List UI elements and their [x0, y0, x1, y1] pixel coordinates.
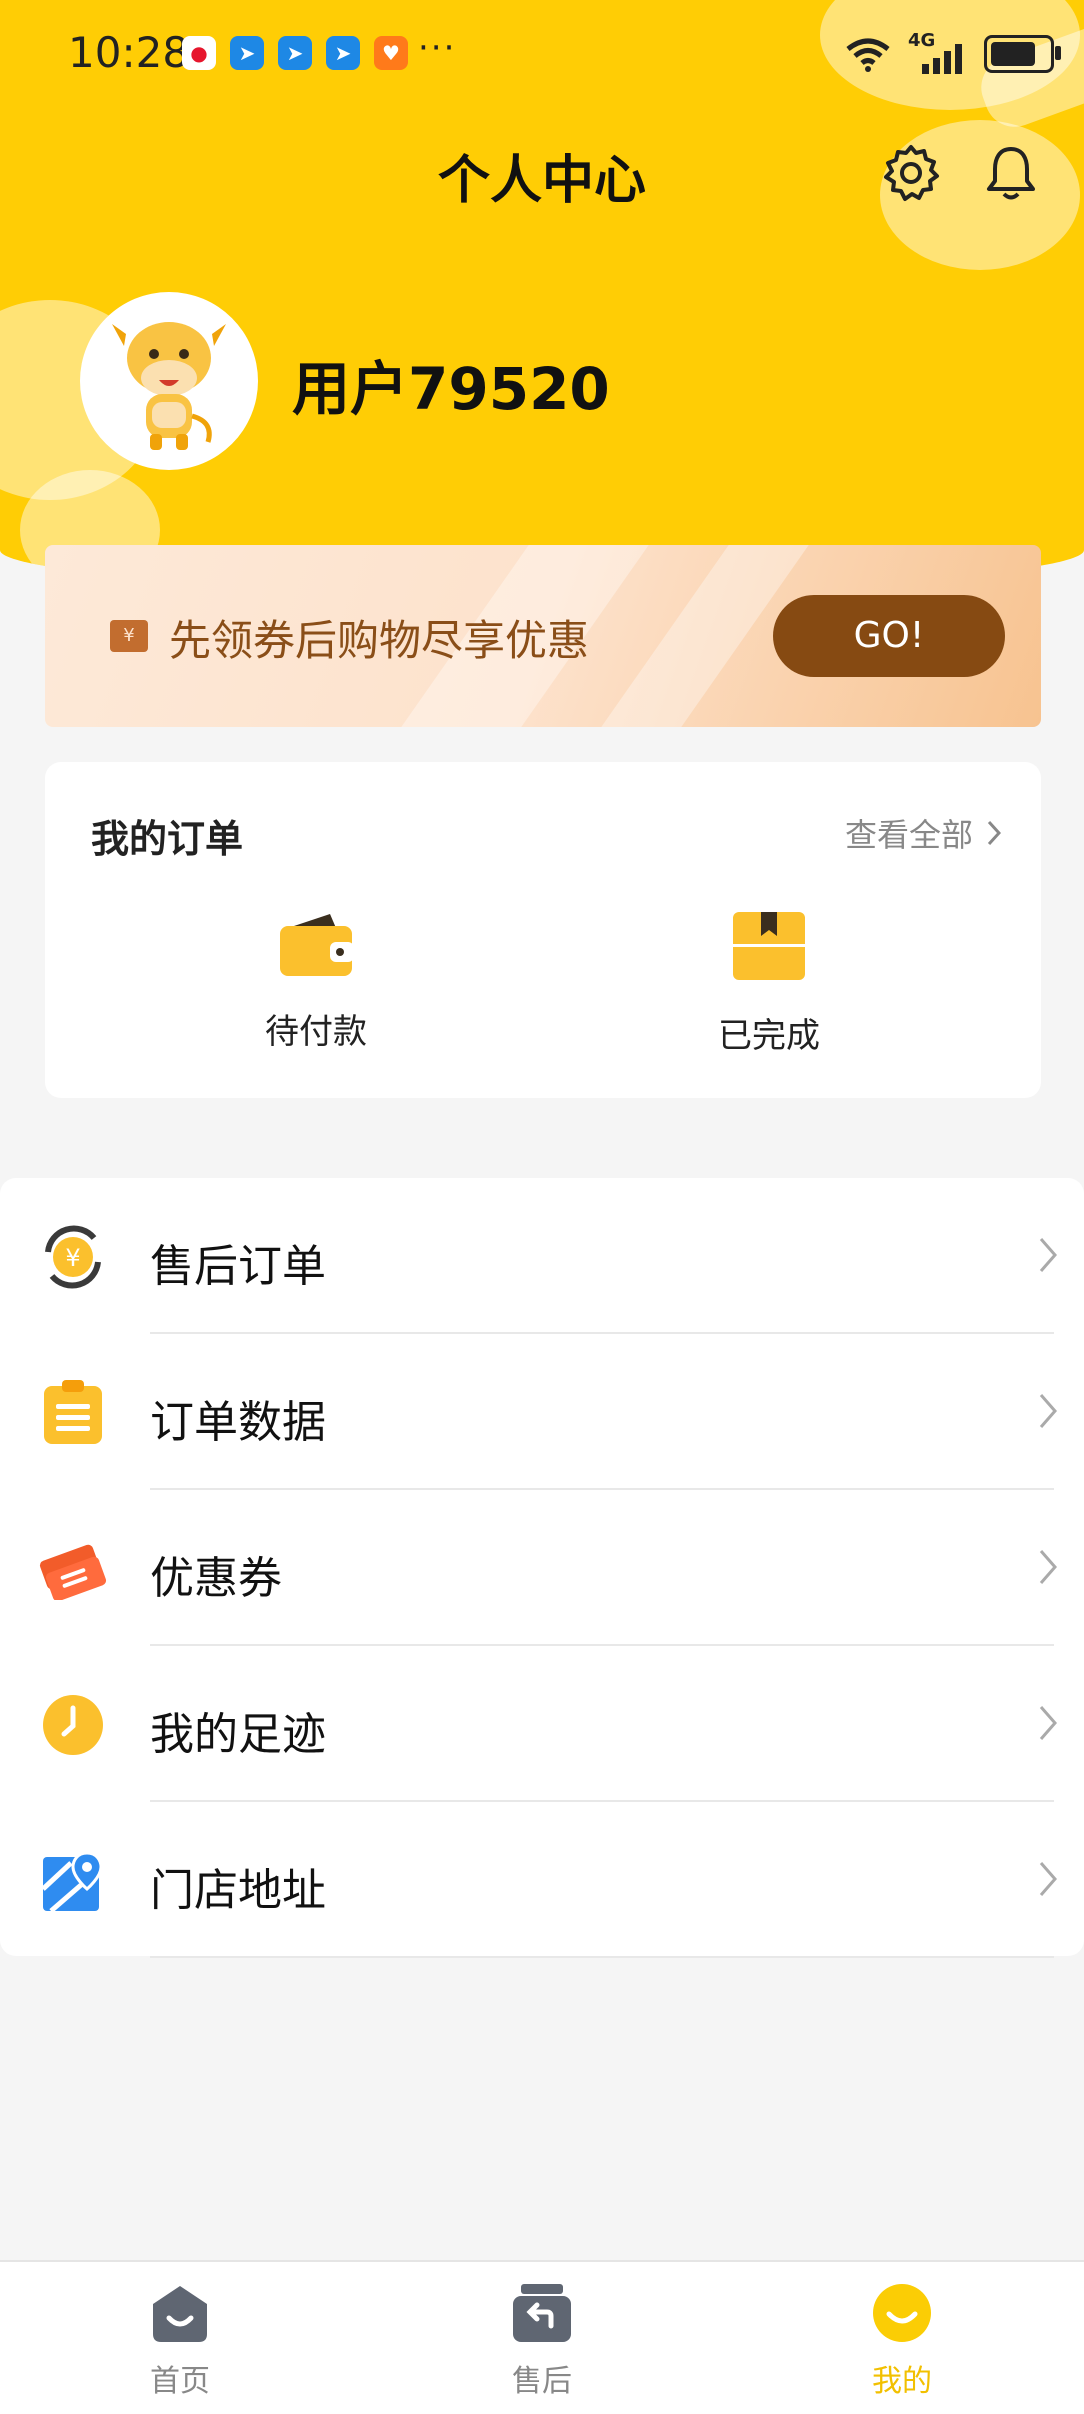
clock-icon [38, 1690, 108, 1760]
order-label: 待付款 [265, 1012, 367, 1052]
tab-profile[interactable]: 我的 [812, 2282, 992, 2400]
bell-icon [987, 147, 1035, 200]
promo-text: 先领券后购物尽享优惠 [169, 616, 590, 665]
avatar[interactable] [80, 292, 258, 470]
app-icon-orange: ♥ [374, 36, 408, 70]
chevron-right-icon [1039, 1862, 1057, 1896]
username[interactable]: 用户79520 [292, 342, 610, 426]
menu-item-after-sale-orders[interactable]: ¥ 售后订单 [0, 1178, 1084, 1334]
menu-item-label: 订单数据 [150, 1397, 326, 1448]
svg-text:¥: ¥ [65, 1244, 80, 1272]
status-bar: 10:28 ● ➤ ➤ ➤ ♥ ··· 4G [0, 0, 1084, 110]
menu-item-store-address[interactable]: 门店地址 [0, 1802, 1084, 1958]
wallet-icon [280, 914, 354, 976]
menu-item-label: 我的足迹 [150, 1709, 326, 1760]
status-time: 10:28 [68, 28, 190, 77]
app-icon-blue: ➤ [278, 36, 312, 70]
go-button[interactable]: GO! [773, 595, 1005, 677]
tab-after-sale[interactable]: 售后 [452, 2282, 632, 2400]
view-all-label: 查看全部 [844, 816, 973, 854]
view-all-orders-link[interactable]: 查看全部 [845, 810, 1001, 856]
bottom-tab-bar: 首页 售后 我的 [0, 2260, 1084, 2414]
tab-home[interactable]: 首页 [90, 2282, 270, 2400]
chevron-right-icon [987, 820, 1001, 846]
signal-icon: 4G [908, 30, 968, 74]
tab-label: 首页 [150, 2364, 210, 2399]
menu-item-label: 售后订单 [150, 1241, 326, 1292]
battery-icon [984, 35, 1061, 73]
coupon-icon [38, 1534, 108, 1604]
promo-banner[interactable]: ¥ 先领券后购物尽享优惠 GO! [45, 545, 1041, 727]
tab-label: 我的 [872, 2364, 932, 2399]
settings-button[interactable] [876, 138, 946, 208]
menu-item-label: 优惠券 [150, 1553, 282, 1604]
menu-list: ¥ 售后订单 订单数据 优惠券 我的足迹 门店地址 [0, 1178, 1084, 1958]
chevron-right-icon [1039, 1550, 1057, 1584]
order-completed[interactable]: 已完成 [669, 910, 869, 1057]
map-pin-icon [38, 1846, 108, 1916]
profile-icon [873, 2284, 931, 2342]
chevron-right-icon [1039, 1394, 1057, 1428]
home-icon [153, 2286, 207, 2342]
menu-item-coupons[interactable]: 优惠券 [0, 1490, 1084, 1646]
weibo-icon: ● [182, 36, 216, 70]
notification-icons: ● ➤ ➤ ➤ ♥ [182, 36, 408, 70]
app-icon-blue: ➤ [326, 36, 360, 70]
refund-icon: ¥ [38, 1222, 108, 1292]
gear-icon [884, 145, 939, 201]
divider [150, 1956, 1054, 1958]
box-icon [733, 912, 805, 980]
coupon-ticket-icon: ¥ [110, 620, 148, 652]
menu-item-footprints[interactable]: 我的足迹 [0, 1646, 1084, 1802]
cow-mascot-icon [112, 322, 226, 450]
notification-button[interactable] [976, 138, 1046, 208]
aftersale-icon [513, 2284, 571, 2342]
order-pending-payment[interactable]: 待付款 [216, 910, 416, 1053]
more-notifications: ··· [418, 28, 457, 68]
app-icon-blue: ➤ [230, 36, 264, 70]
wifi-icon [846, 38, 890, 72]
menu-item-label: 门店地址 [150, 1865, 326, 1916]
orders-title: 我的订单 [91, 817, 244, 861]
chevron-right-icon [1039, 1238, 1057, 1272]
clipboard-icon [38, 1378, 108, 1448]
system-status: 4G [844, 30, 1061, 74]
my-orders-card: 我的订单 查看全部 待付款 已完成 [45, 762, 1041, 1098]
order-label: 已完成 [718, 1016, 820, 1056]
menu-item-order-data[interactable]: 订单数据 [0, 1334, 1084, 1490]
tab-label: 售后 [512, 2364, 572, 2399]
chevron-right-icon [1039, 1706, 1057, 1740]
